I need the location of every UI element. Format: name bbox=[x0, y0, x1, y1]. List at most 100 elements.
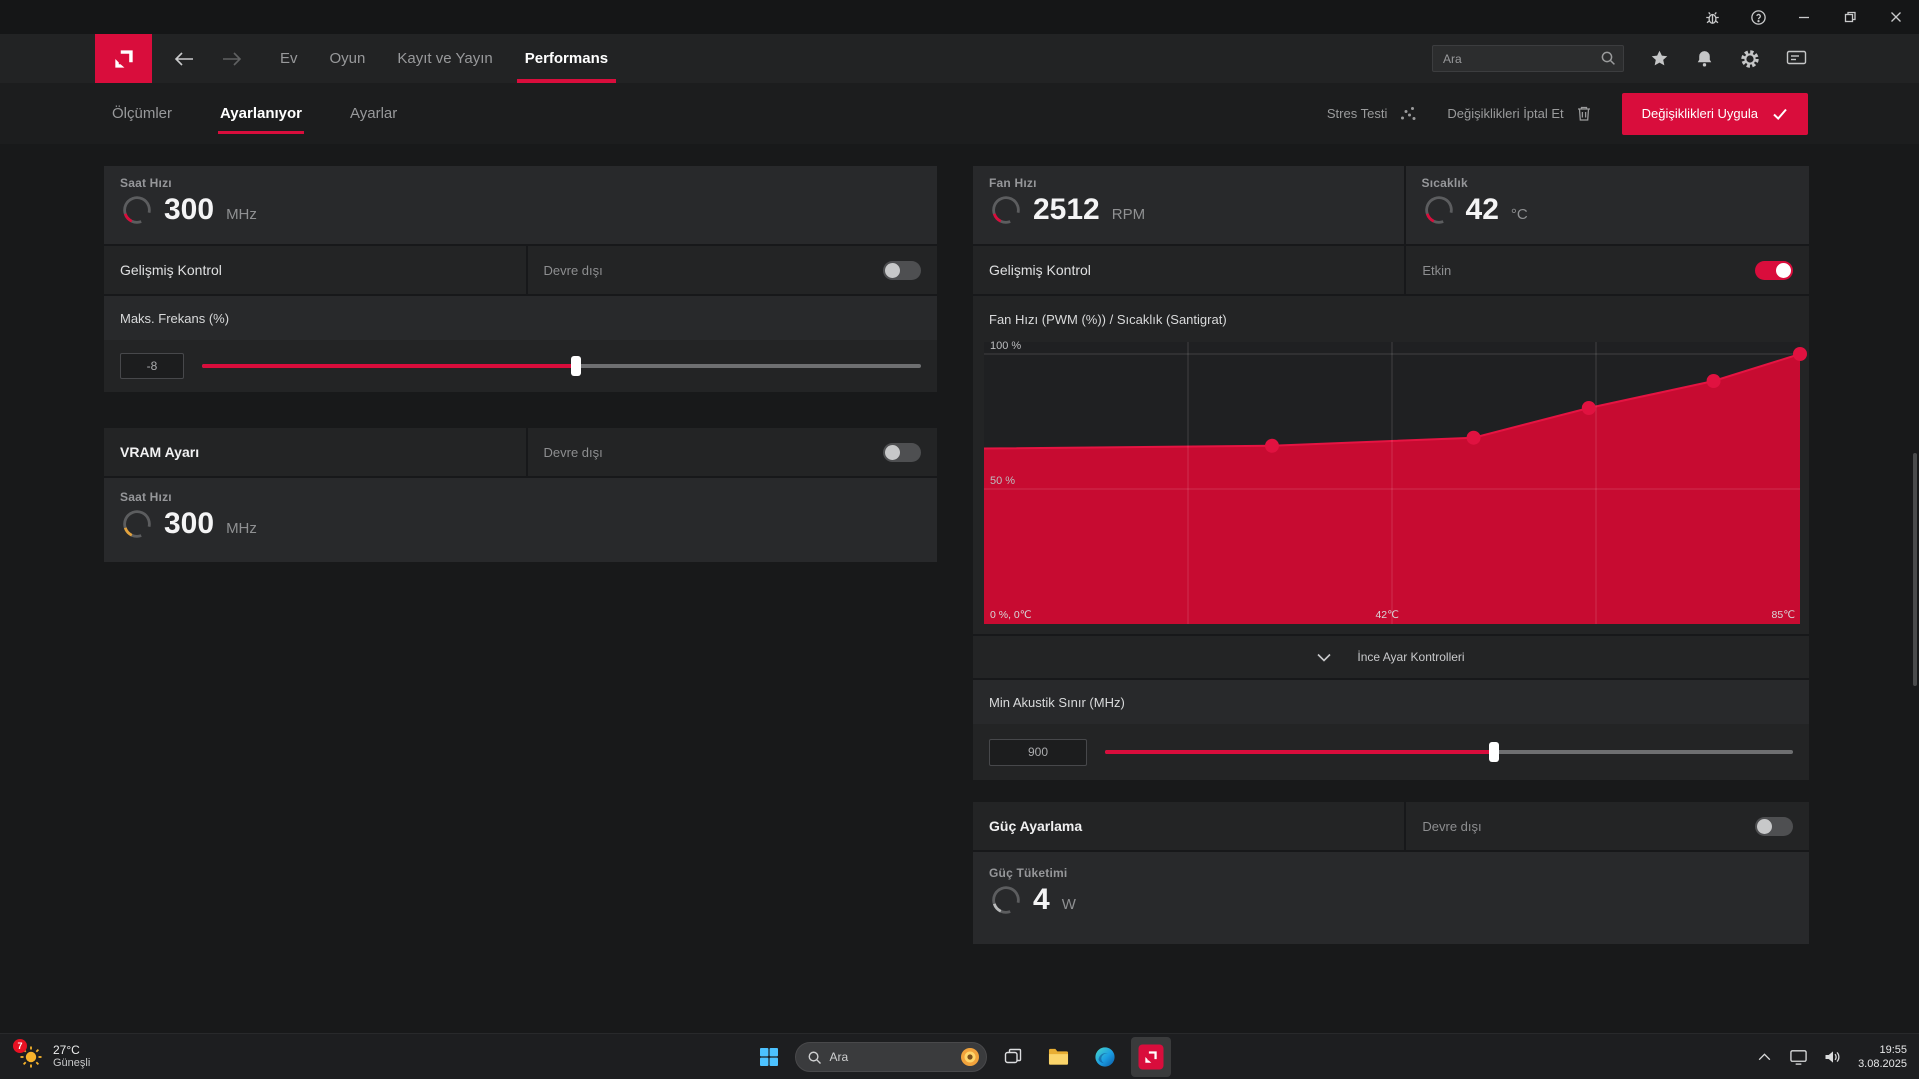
min-acoustic-limit-slider[interactable] bbox=[1105, 742, 1793, 762]
vram-clock-value: 300 bbox=[164, 507, 215, 540]
vram-clock-section: Saat Hızı 300 MHz bbox=[104, 478, 937, 562]
chart-x-tick-label: 42℃ bbox=[1375, 609, 1399, 621]
fan-advanced-control-toggle[interactable] bbox=[1755, 260, 1793, 280]
fan-curve-point[interactable] bbox=[1581, 401, 1596, 415]
settings-button[interactable] bbox=[1740, 49, 1760, 69]
forward-button[interactable] bbox=[208, 34, 256, 83]
amd-radeon-logo[interactable] bbox=[95, 34, 152, 83]
stress-test-button[interactable]: Stres Testi bbox=[1327, 105, 1417, 123]
nav-item-record-stream[interactable]: Kayıt ve Yayın bbox=[381, 34, 508, 83]
fan-curve-point[interactable] bbox=[1265, 438, 1279, 453]
minimize-button[interactable] bbox=[1781, 0, 1827, 34]
vram-clock-gauge-icon bbox=[123, 510, 151, 538]
volume-tray-button[interactable] bbox=[1818, 1037, 1846, 1077]
power-consumption-section: Güç Tüketimi 4 W bbox=[973, 852, 1809, 944]
help-button[interactable] bbox=[1735, 0, 1781, 34]
discard-changes-button[interactable]: Değişiklikleri İptal Et bbox=[1447, 105, 1591, 122]
nav-item-gaming[interactable]: Oyun bbox=[314, 34, 382, 83]
nav-item-home[interactable]: Ev bbox=[264, 34, 314, 83]
chart-x-tick-label: 85℃ bbox=[1771, 609, 1795, 621]
overlay-panel-button[interactable] bbox=[1786, 50, 1807, 67]
start-button[interactable] bbox=[749, 1037, 789, 1077]
min-acoustic-slider-handle[interactable] bbox=[1488, 742, 1499, 762]
min-acoustic-limit-input[interactable] bbox=[989, 738, 1087, 766]
restore-button[interactable] bbox=[1827, 0, 1873, 34]
fan-curve-point[interactable] bbox=[1466, 430, 1481, 445]
fine-tuning-controls-button[interactable]: İnce Ayar Kontrolleri bbox=[973, 636, 1809, 678]
amd-software-taskbar-button[interactable] bbox=[1130, 1037, 1171, 1077]
power-tuning-toggle[interactable] bbox=[1755, 816, 1793, 836]
vram-header-row: VRAM Ayarı Devre dışı bbox=[104, 428, 937, 476]
fan-curve-svg[interactable] bbox=[983, 342, 1807, 624]
search-highlight-icon bbox=[960, 1048, 979, 1066]
chart-x-tick-label: 0 %, 0℃ bbox=[990, 609, 1032, 621]
close-button[interactable] bbox=[1873, 0, 1919, 34]
notifications-button[interactable] bbox=[1695, 49, 1714, 68]
max-frequency-slider-handle[interactable] bbox=[570, 356, 581, 376]
nav-item-performance[interactable]: Performans bbox=[509, 34, 624, 83]
search-input[interactable] bbox=[1432, 45, 1624, 72]
taskbar-tray: 19:55 3.08.2025 bbox=[1750, 1034, 1913, 1079]
back-button[interactable] bbox=[160, 34, 208, 83]
fan-speed-gauge-icon bbox=[992, 196, 1020, 224]
fan-curve-point[interactable] bbox=[1793, 347, 1807, 361]
clock-speed-label: Saat Hızı bbox=[120, 176, 172, 190]
main-navbar: Ev Oyun Kayıt ve Yayın Performans bbox=[0, 34, 1919, 83]
vram-state: Devre dışı bbox=[543, 444, 603, 460]
vram-toggle[interactable] bbox=[883, 442, 921, 462]
fine-tuning-controls-label: İnce Ayar Kontrolleri bbox=[1357, 650, 1465, 664]
vram-clock-unit: MHz bbox=[226, 519, 257, 537]
notification-badge: 7 bbox=[13, 1039, 27, 1053]
tab-settings[interactable]: Ayarlar bbox=[348, 95, 399, 132]
min-acoustic-limit-row bbox=[973, 724, 1809, 780]
main-nav-items: Ev Oyun Kayıt ve Yayın Performans bbox=[264, 34, 624, 83]
fan-curve-point[interactable] bbox=[1706, 374, 1721, 388]
discard-changes-label: Değişiklikleri İptal Et bbox=[1447, 106, 1564, 121]
chevron-down-icon bbox=[1317, 653, 1331, 662]
taskbar-search-placeholder: Ara bbox=[829, 1050, 849, 1064]
gpu-advanced-control-state: Devre dışı bbox=[543, 262, 603, 278]
taskbar-clock[interactable]: 19:55 3.08.2025 bbox=[1852, 1043, 1913, 1071]
max-frequency-input[interactable] bbox=[120, 353, 184, 379]
fan-temp-section: Fan Hızı 2512 RPM Sıcaklık 42 °C bbox=[973, 166, 1809, 244]
overlay-panel-icon bbox=[1786, 50, 1807, 65]
fan-advanced-control-state: Etkin bbox=[1422, 262, 1452, 278]
power-tuning-title: Güç Ayarlama bbox=[989, 818, 1083, 834]
amd-taskbar-icon bbox=[1138, 1044, 1163, 1070]
gpu-advanced-control-toggle[interactable] bbox=[883, 260, 921, 280]
tray-expand-button[interactable] bbox=[1750, 1037, 1778, 1077]
temperature-value: 42 bbox=[1465, 193, 1499, 226]
apply-changes-label: Değişiklikleri Uygula bbox=[1641, 106, 1758, 121]
check-icon bbox=[1773, 108, 1787, 120]
amd-adrenalin-window: Ev Oyun Kayıt ve Yayın Performans Ara Öl… bbox=[0, 0, 1919, 1079]
fan-tuning-card: Fan Hızı 2512 RPM Sıcaklık 42 °C Gelişmi… bbox=[973, 166, 1809, 780]
fan-speed-section: Fan Hızı 2512 RPM bbox=[973, 166, 1404, 244]
task-view-button[interactable] bbox=[993, 1037, 1033, 1077]
search-icon bbox=[808, 1051, 821, 1064]
max-frequency-slider[interactable] bbox=[202, 356, 921, 376]
vram-clock-label: Saat Hızı bbox=[120, 490, 172, 504]
favorites-button[interactable] bbox=[1650, 49, 1669, 68]
edge-browser-button[interactable] bbox=[1085, 1037, 1125, 1077]
tab-metrics[interactable]: Ölçümler bbox=[110, 95, 174, 132]
apply-changes-button[interactable]: Değişiklikleri Uygula bbox=[1621, 92, 1808, 135]
fan-curve-chart[interactable]: 100 % 50 % 0 %, 0℃ 42℃ 85℃ bbox=[983, 340, 1807, 624]
back-arrow-icon bbox=[174, 51, 193, 66]
bug-report-button[interactable] bbox=[1689, 0, 1735, 34]
task-view-icon bbox=[1004, 1048, 1021, 1064]
stress-test-label: Stres Testi bbox=[1326, 106, 1388, 121]
vram-tuning-card: VRAM Ayarı Devre dışı Saat Hızı 300 MHz bbox=[104, 428, 937, 562]
file-explorer-button[interactable] bbox=[1039, 1037, 1079, 1077]
clock-date: 3.08.2025 bbox=[1858, 1058, 1907, 1070]
taskbar-search[interactable]: Ara bbox=[794, 1042, 987, 1072]
tab-tuning[interactable]: Ayarlanıyor bbox=[218, 95, 304, 134]
clock-speed-gauge-icon bbox=[123, 196, 151, 224]
weather-widget[interactable]: 7 27°C Güneşli bbox=[10, 1034, 98, 1079]
display-tray-button[interactable] bbox=[1784, 1037, 1812, 1077]
minimize-icon bbox=[1799, 16, 1809, 19]
taskbar-center: Ara bbox=[749, 1034, 1171, 1079]
help-icon bbox=[1750, 9, 1766, 25]
scrollbar[interactable] bbox=[1913, 453, 1917, 686]
gear-icon bbox=[1741, 49, 1759, 68]
power-consumption-unit: W bbox=[1061, 895, 1076, 913]
